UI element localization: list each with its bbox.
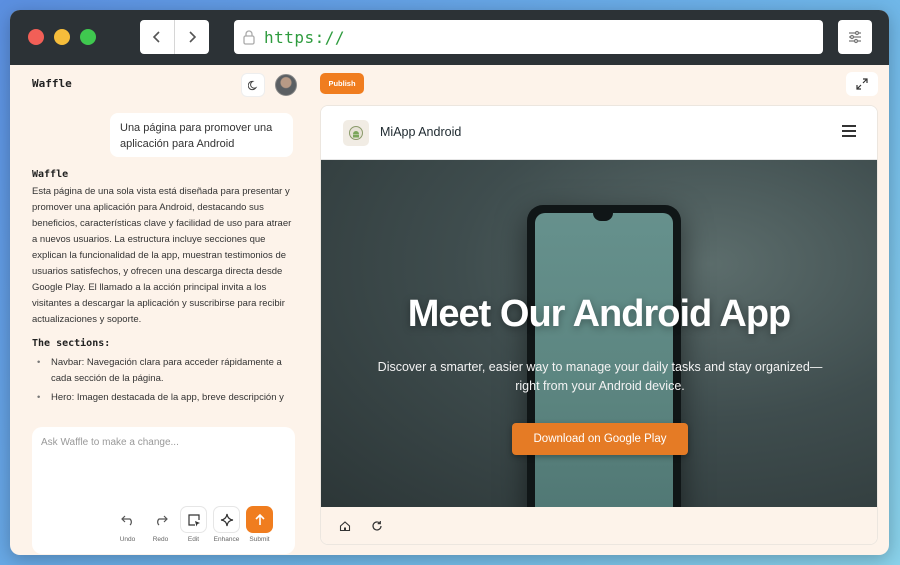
expand-preview-button[interactable] [846, 72, 878, 96]
hamburger-menu-icon[interactable] [842, 125, 856, 137]
undo-label: Undo [119, 536, 136, 543]
arrow-up-icon [254, 513, 265, 525]
response-author: Waffle [32, 169, 69, 180]
home-icon [339, 521, 351, 532]
user-message: Una página para promover una aplicación … [110, 113, 293, 157]
list-item: Navbar: Navegación clara para acceder rá… [32, 355, 292, 387]
edit-button[interactable]: Edit [175, 506, 212, 543]
browser-titlebar: https:// [10, 10, 889, 65]
lock-icon [243, 30, 255, 45]
preview-navbar: MiApp Android [321, 106, 877, 160]
hero-subtitle: Discover a smarter, easier way to manage… [377, 360, 823, 393]
chevron-left-icon [152, 31, 160, 43]
refresh-icon [372, 521, 382, 531]
redo-button[interactable]: Redo [142, 506, 179, 543]
app-window: https:// Waffle Una página para promover… [10, 10, 889, 555]
sections-heading: The sections: [32, 338, 111, 349]
edit-select-icon [187, 513, 200, 526]
prompt-input[interactable]: Ask Waffle to make a change... [41, 437, 179, 448]
submit-button[interactable]: Submit [241, 506, 278, 543]
expand-icon [856, 78, 868, 90]
moon-icon [247, 80, 257, 90]
hero-title: Meet Our Android App [407, 293, 792, 335]
minimize-window-button[interactable] [54, 29, 70, 45]
url-text: https:// [264, 27, 346, 47]
chat-panel: Waffle Una página para promover una apli… [10, 65, 310, 555]
app-name[interactable]: MiApp Android [380, 125, 461, 139]
enhance-button[interactable]: Enhance [208, 506, 245, 543]
undo-icon [120, 515, 132, 525]
enhance-label: Enhance [213, 536, 240, 543]
app-logo[interactable] [343, 120, 369, 146]
forward-button[interactable] [174, 20, 209, 54]
redo-icon [156, 515, 168, 525]
browser-settings-button[interactable] [838, 20, 872, 54]
chevron-right-icon [189, 31, 197, 43]
theme-toggle-button[interactable] [241, 73, 265, 97]
publish-button[interactable]: Publish [320, 73, 364, 94]
sliders-icon [849, 30, 861, 44]
sections-list: Navbar: Navegación clara para acceder rá… [32, 355, 292, 406]
prompt-composer[interactable]: Ask Waffle to make a change... Undo Redo [32, 427, 295, 554]
response-body: Esta página de una sola vista está diseñ… [32, 186, 292, 325]
android-logo-icon [349, 126, 363, 140]
phone-image [527, 205, 681, 507]
close-window-button[interactable] [28, 29, 44, 45]
home-button[interactable] [338, 519, 352, 533]
maximize-window-button[interactable] [80, 29, 96, 45]
undo-button[interactable]: Undo [109, 506, 146, 543]
history-nav [140, 20, 209, 54]
redo-label: Redo [152, 536, 169, 543]
list-item: Hero: Imagen destacada de la app, breve … [32, 390, 292, 406]
composer-toolbar: Undo Redo Edit Enhance Submit [109, 506, 274, 543]
avatar[interactable] [275, 74, 297, 96]
submit-label: Submit [249, 536, 270, 543]
download-google-play-button[interactable]: Download on Google Play [512, 423, 688, 455]
edit-label: Edit [187, 536, 200, 543]
back-button[interactable] [140, 20, 174, 54]
hero-section: Meet Our Android App Discover a smarter,… [321, 160, 877, 507]
brand-name: Waffle [32, 77, 72, 90]
preview-footer-bar [321, 507, 877, 544]
sparkle-icon [220, 513, 233, 526]
assistant-response: Waffle Esta página de una sola vista est… [32, 169, 292, 414]
site-preview: MiApp Android Meet Our Android App Disco… [320, 105, 878, 545]
url-bar[interactable]: https:// [234, 20, 823, 54]
refresh-button[interactable] [370, 519, 384, 533]
